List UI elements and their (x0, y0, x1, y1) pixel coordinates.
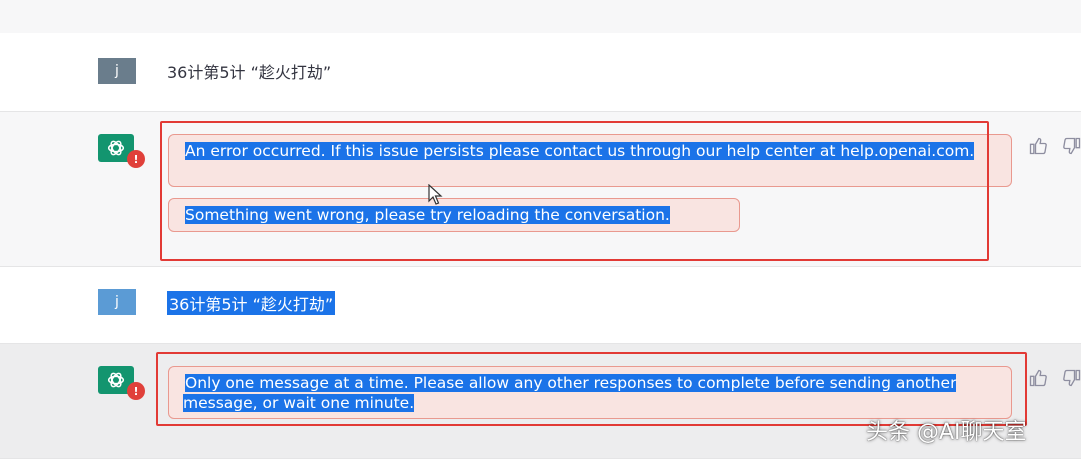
user-message-row: j 36计第5计 “趁火打劫” (0, 33, 1081, 112)
thumbs-down-icon[interactable] (1062, 136, 1081, 156)
mouse-cursor-icon (428, 183, 444, 210)
user-avatar: j (98, 289, 136, 315)
thumbs-down-icon[interactable] (1062, 368, 1081, 388)
error-badge-icon: ! (127, 382, 145, 400)
watermark: 头条 @AI聊天室 (866, 420, 1027, 445)
error-badge-icon: ! (127, 150, 145, 168)
top-strip (0, 0, 1081, 34)
highlight-frame (160, 121, 989, 261)
user-message-text: 36计第5计 “趁火打劫” (167, 291, 336, 315)
user-avatar: j (98, 58, 136, 84)
user-message-row: j 36计第5计 “趁火打劫” (0, 267, 1081, 344)
user-message-text: 36计第5计 “趁火打劫” (167, 63, 332, 82)
thumbs-up-icon[interactable] (1028, 136, 1048, 156)
thumbs-up-icon[interactable] (1028, 368, 1048, 388)
user-avatar-letter: j (115, 63, 119, 79)
user-avatar-letter: j (115, 294, 119, 310)
